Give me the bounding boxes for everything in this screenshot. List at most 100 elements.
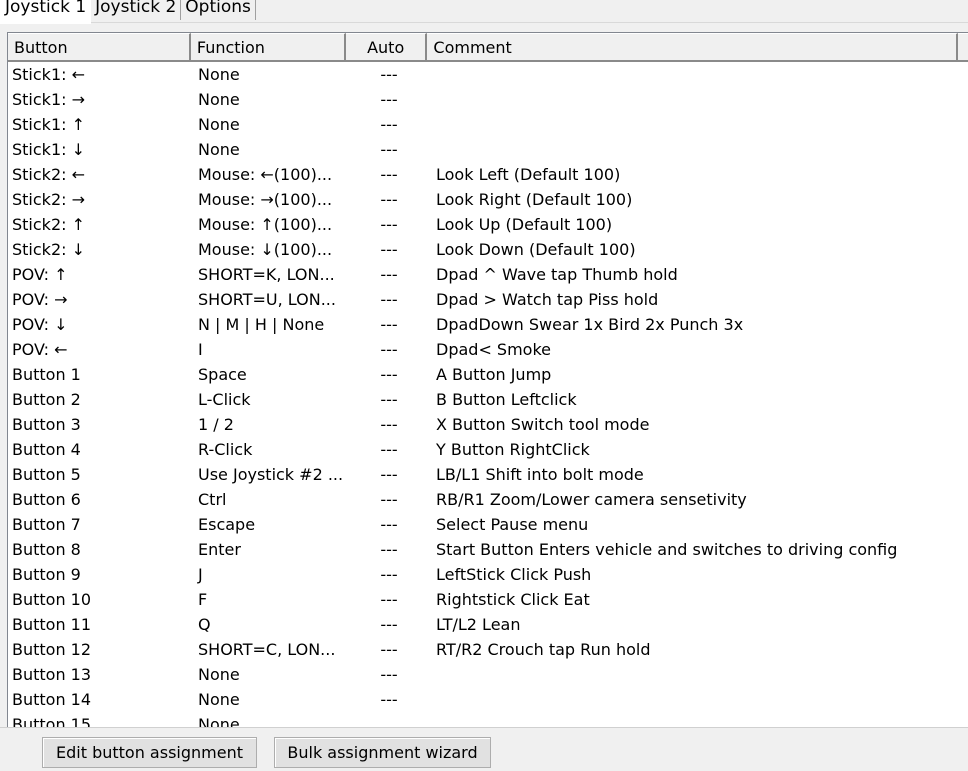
cell-comment	[430, 712, 964, 727]
cell-comment	[430, 62, 964, 87]
list-rows: Stick1: ← None --- Stick1: → None --- Stick1: …	[8, 62, 968, 728]
cell-auto: ---	[380, 240, 398, 259]
cell-comment: B Button Leftclick	[436, 390, 577, 409]
cell-auto: ---	[380, 190, 398, 209]
cell-auto: ---	[380, 340, 398, 359]
cell-button: Button 5	[12, 465, 81, 484]
cell-comment	[430, 662, 964, 687]
cell-function: Enter	[198, 540, 241, 559]
cell-comment: Select Pause menu	[436, 515, 589, 534]
cell-comment: X Button Switch tool mode	[436, 415, 650, 434]
cell-auto: ---	[380, 215, 398, 234]
cell-comment: Look Right (Default 100)	[436, 190, 633, 209]
cell-comment: LeftStick Click Push	[436, 565, 592, 584]
table-row[interactable]: Button 4 R-Click --- Y Button RightClick	[8, 437, 968, 462]
list-header: Button Function Auto Comment	[8, 33, 968, 62]
cell-button: Button 15	[12, 715, 92, 728]
table-row[interactable]: Stick1: ↑ None ---	[8, 112, 968, 137]
cell-button: Button 4	[12, 440, 81, 459]
table-row[interactable]: POV: → SHORT=U, LON... --- Dpad > Watch tap…	[8, 287, 968, 312]
table-row[interactable]: Button 3 1 / 2 --- X Button Switch tool mod…	[8, 412, 968, 437]
cell-button: Stick1: ←	[12, 65, 85, 84]
cell-function: J	[198, 565, 203, 584]
table-row[interactable]: Button 5 Use Joystick #2 ... --- LB/L1 Shif…	[8, 462, 968, 487]
cell-comment: Rightstick Click Eat	[436, 590, 590, 609]
table-row[interactable]: Button 14 None ---	[8, 687, 968, 712]
column-header-function[interactable]: Function	[190, 33, 346, 60]
cell-function: None	[198, 665, 240, 684]
cell-comment: A Button Jump	[436, 365, 552, 384]
table-row[interactable]: Stick2: → Mouse: →(100)... --- Look Right (…	[8, 187, 968, 212]
cell-button: Button 7	[12, 515, 81, 534]
cell-button: Stick2: ↑	[12, 215, 85, 234]
cell-auto	[348, 712, 430, 727]
cell-button: POV: →	[12, 290, 68, 309]
table-row[interactable]: Stick2: ↑ Mouse: ↑(100)... --- Look Up (Def…	[8, 212, 968, 237]
cell-function: 1 / 2	[198, 415, 234, 434]
table-row[interactable]: Button 1 Space --- A Button Jump	[8, 362, 968, 387]
column-header-auto[interactable]: Auto	[345, 33, 428, 60]
table-row[interactable]: Button 11 Q --- LT/L2 Lean	[8, 612, 968, 637]
table-row[interactable]: Button 7 Escape --- Select Pause menu	[8, 512, 968, 537]
table-row[interactable]: Stick1: ← None ---	[8, 62, 968, 87]
cell-function: None	[198, 65, 240, 84]
button-assignment-list[interactable]: Button Function Auto Comment Stick1: ← No…	[7, 32, 968, 728]
edit-button-assignment-button[interactable]: Edit button assignment	[42, 737, 257, 768]
cell-auto: ---	[380, 590, 398, 609]
cell-auto: ---	[380, 515, 398, 534]
cell-function: Q	[198, 615, 211, 634]
cell-auto: ---	[380, 465, 398, 484]
column-header-button[interactable]: Button	[8, 33, 191, 60]
cell-function: Use Joystick #2 ...	[198, 465, 344, 484]
cell-comment: RB/R1 Zoom/Lower camera sensetivity	[436, 490, 747, 509]
cell-function: Mouse: ↑(100)...	[198, 215, 333, 234]
table-row[interactable]: Button 8 Enter --- Start Button Enters vehi…	[8, 537, 968, 562]
cell-comment: LB/L1 Shift into bolt mode	[436, 465, 644, 484]
table-row[interactable]: Stick1: ↓ None ---	[8, 137, 968, 162]
tab-joystick-1[interactable]: Joystick 1	[0, 0, 92, 24]
cell-function: R-Click	[198, 440, 253, 459]
cell-function: Mouse: →(100)...	[198, 190, 333, 209]
cell-function: SHORT=C, LON...	[198, 640, 336, 659]
footer-bar: Edit button assignment Bulk assignment w…	[0, 727, 968, 771]
tab-joystick-2[interactable]: Joystick 2	[90, 0, 182, 20]
bulk-assignment-wizard-button[interactable]: Bulk assignment wizard	[274, 737, 491, 768]
cell-button: Stick1: ↑	[12, 115, 85, 134]
cell-button: Button 11	[12, 615, 92, 634]
table-row[interactable]: Button 6 Ctrl --- RB/R1 Zoom/Lower camera s…	[8, 487, 968, 512]
cell-comment: LT/L2 Lean	[436, 615, 521, 634]
cell-function: I	[198, 340, 203, 359]
cell-button: Button 12	[12, 640, 92, 659]
tab-bar: Joystick 1 Joystick 2 Options	[0, 0, 256, 24]
table-row[interactable]: Button 2 L-Click --- B Button Leftclick	[8, 387, 968, 412]
table-row[interactable]: Button 9 J --- LeftStick Click Push	[8, 562, 968, 587]
cell-auto: ---	[380, 690, 398, 709]
cell-function: L-Click	[198, 390, 251, 409]
cell-function: Mouse: ↓(100)...	[198, 240, 333, 259]
table-row[interactable]: Stick1: → None ---	[8, 87, 968, 112]
cell-comment: Look Left (Default 100)	[436, 165, 621, 184]
table-row[interactable]: Button 10 F --- Rightstick Click Eat	[8, 587, 968, 612]
table-row[interactable]: Button 12 SHORT=C, LON... --- RT/R2 Crouch …	[8, 637, 968, 662]
cell-comment: Look Down (Default 100)	[436, 240, 636, 259]
cell-auto: ---	[380, 565, 398, 584]
table-row[interactable]: POV: ← I --- Dpad< Smoke	[8, 337, 968, 362]
tab-options[interactable]: Options	[180, 0, 256, 20]
table-row[interactable]: Button 15 None	[8, 712, 968, 728]
table-row[interactable]: Stick2: ↓ Mouse: ↓(100)... --- Look Down (D…	[8, 237, 968, 262]
table-row[interactable]: POV: ↑ SHORT=K, LON... --- Dpad ^ Wave tap …	[8, 262, 968, 287]
cell-auto: ---	[380, 490, 398, 509]
cell-auto: ---	[380, 265, 398, 284]
table-row[interactable]: Stick2: ← Mouse: ←(100)... --- Look Left (D…	[8, 162, 968, 187]
cell-function: Mouse: ←(100)...	[198, 165, 333, 184]
cell-function: Space	[198, 365, 247, 384]
cell-function: N | M | H | None	[198, 315, 325, 334]
cell-function: None	[198, 715, 240, 728]
cell-auto: ---	[380, 415, 398, 434]
table-row[interactable]: Button 13 None ---	[8, 662, 968, 687]
cell-function: Ctrl	[198, 490, 227, 509]
table-row[interactable]: POV: ↓ N | M | H | None --- DpadDown Swear …	[8, 312, 968, 337]
cell-auto: ---	[380, 290, 398, 309]
column-header-comment[interactable]: Comment	[427, 33, 959, 60]
cell-comment: RT/R2 Crouch tap Run hold	[436, 640, 651, 659]
